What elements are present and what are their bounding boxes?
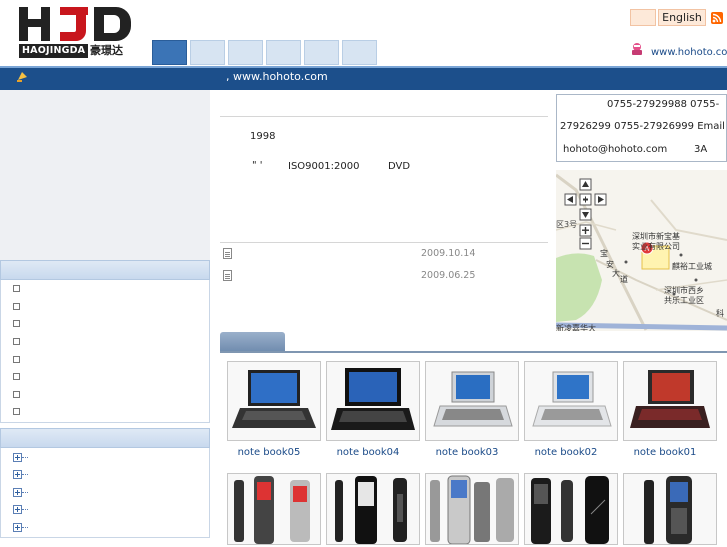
tree-connector — [22, 492, 28, 494]
product-name-link[interactable]: note book02 — [519, 447, 613, 458]
expand-plus-icon[interactable] — [13, 523, 22, 532]
logo-chinese-name: 豪璟达 — [90, 44, 123, 57]
news-divider — [220, 242, 548, 243]
product-thumbnail[interactable] — [524, 361, 618, 441]
map-label: 区3号 — [556, 220, 577, 229]
intro-quote-marks: " ' — [252, 160, 263, 171]
news-date: 2009.06.25 — [421, 270, 476, 281]
product-thumbnail[interactable] — [227, 473, 321, 545]
category-bullet-icon[interactable] — [13, 338, 20, 345]
marquee-text: , www.hohoto.com — [226, 70, 328, 83]
product-name-link[interactable]: note book05 — [222, 447, 316, 458]
nav-tab-4[interactable] — [266, 40, 301, 65]
category-bullet-icon[interactable] — [13, 391, 20, 398]
map-label: 共乐工业区 — [664, 295, 704, 305]
intro-iso-cert: ISO9001:2000 — [288, 161, 360, 172]
product-thumbnail[interactable] — [623, 473, 717, 545]
product-thumbnail[interactable] — [227, 361, 321, 441]
tree-connector — [22, 509, 28, 511]
map-label: 新凌嘉华大 — [556, 323, 596, 331]
tree-connector — [22, 527, 28, 529]
tree-connector — [22, 474, 28, 476]
website-icon — [632, 43, 642, 55]
nav-tab-6[interactable] — [342, 40, 377, 65]
product-thumbnail[interactable] — [326, 361, 420, 441]
map-label: 科 — [716, 308, 724, 318]
language-chinese-button[interactable] — [630, 9, 656, 26]
map-label: 大 — [612, 268, 620, 278]
header-website-url[interactable]: www.hohoto.com — [651, 47, 727, 58]
products-tab[interactable] — [220, 332, 285, 352]
logo-hjd-mark — [19, 7, 131, 41]
category-bullet-icon[interactable] — [13, 320, 20, 327]
map-label: 深圳市新宝基 — [632, 231, 680, 241]
category-bullet-icon[interactable] — [13, 303, 20, 310]
product-name-link[interactable]: note book03 — [420, 447, 514, 458]
map-label: 道 — [620, 274, 628, 284]
contact-address-suffix: 3A — [694, 144, 708, 155]
map-label: 宝 — [600, 248, 608, 258]
contact-phone-line1: 0755-27929988 0755- — [607, 99, 720, 110]
product-tree-list — [0, 448, 210, 538]
expand-plus-icon[interactable] — [13, 505, 22, 514]
expand-plus-icon[interactable] — [13, 488, 22, 497]
product-thumbnail[interactable] — [623, 361, 717, 441]
location-map[interactable]: A 区3号 深圳市新宝基 实业有限公司 麒裕工业城 深圳市西乡 共乐工业区 宝 … — [556, 170, 727, 331]
category-bullet-icon[interactable] — [13, 373, 20, 380]
intro-divider — [220, 116, 548, 117]
tree-connector — [22, 457, 28, 459]
map-label: 麒裕工业城 — [672, 261, 712, 271]
news-date: 2009.10.14 — [421, 248, 476, 259]
product-category-header — [0, 260, 210, 280]
document-icon — [223, 248, 232, 259]
logo-wordmark: HAOJINGDA — [19, 44, 89, 58]
bell-icon — [17, 72, 27, 82]
expand-plus-icon[interactable] — [13, 453, 22, 462]
document-icon — [223, 270, 232, 281]
nav-tab-5[interactable] — [304, 40, 339, 65]
nav-tab-3[interactable] — [228, 40, 263, 65]
category-bullet-icon[interactable] — [13, 285, 20, 292]
product-thumbnail[interactable] — [425, 361, 519, 441]
rss-icon[interactable] — [711, 12, 723, 24]
map-label: 安 — [606, 259, 614, 269]
product-tree-header — [0, 428, 210, 448]
map-label: 深圳市西乡 — [664, 285, 704, 295]
product-thumbnail[interactable] — [326, 473, 420, 545]
contact-email[interactable]: hohoto@hohoto.com — [563, 144, 667, 155]
category-bullet-icon[interactable] — [13, 356, 20, 363]
contact-phone-line2: 27926299 0755-27926999 Email — [560, 121, 725, 132]
map-graphic: A 区3号 深圳市新宝基 实业有限公司 麒裕工业城 深圳市西乡 共乐工业区 宝 … — [556, 170, 727, 331]
product-category-list — [0, 280, 210, 423]
product-thumbnail[interactable] — [524, 473, 618, 545]
nav-tab-1[interactable] — [152, 40, 187, 65]
intro-dvd: DVD — [388, 161, 411, 172]
marquee-bar — [0, 66, 727, 90]
site-logo[interactable]: HAOJINGDA 豪璟达 — [18, 6, 132, 58]
expand-plus-icon[interactable] — [13, 470, 22, 479]
product-name-link[interactable]: note book01 — [618, 447, 712, 458]
left-banner-area — [0, 90, 210, 260]
map-label: 实业有限公司 — [632, 241, 680, 251]
intro-founded-year: 1998 — [250, 131, 276, 142]
product-thumbnail[interactable] — [425, 473, 519, 545]
language-english-link[interactable]: English — [658, 9, 706, 26]
products-divider — [220, 351, 727, 353]
product-name-link[interactable]: note book04 — [321, 447, 415, 458]
category-bullet-icon[interactable] — [13, 408, 20, 415]
nav-tab-2[interactable] — [190, 40, 225, 65]
